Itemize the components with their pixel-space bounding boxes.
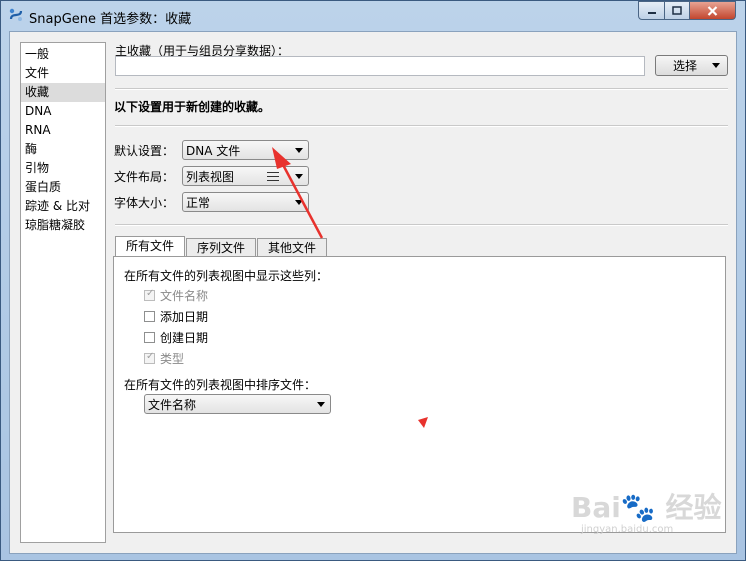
preferences-window: SnapGene 首选参数：收藏 一般 文件 收藏 DNA RNA 酶 引物 蛋… [0, 0, 746, 561]
watermark-logo: Bai🐾 经验 jingyan.baidu.com [571, 491, 722, 535]
annotation-arrow [272, 147, 428, 428]
